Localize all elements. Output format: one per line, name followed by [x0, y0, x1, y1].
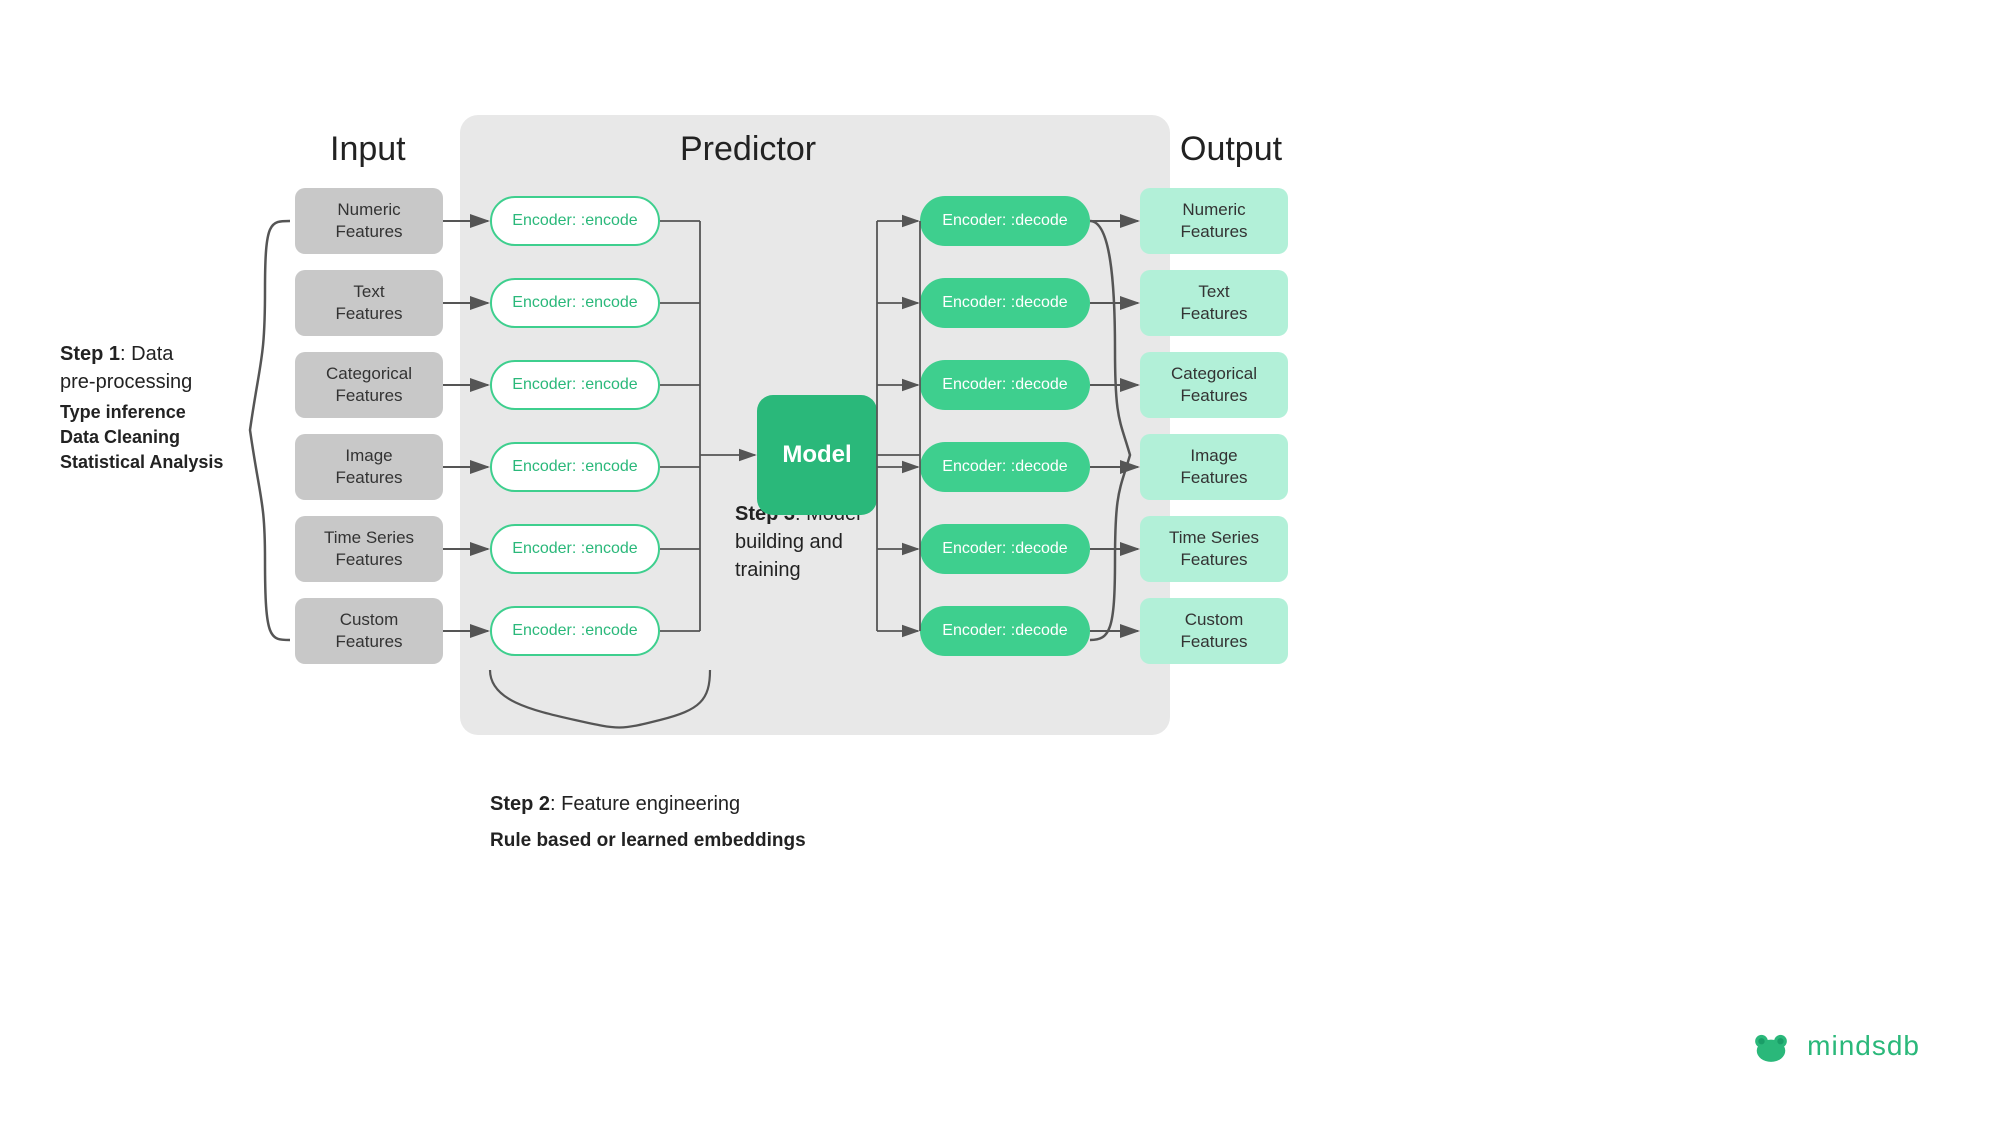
decoder-timeseries: Encoder: :decode — [920, 524, 1090, 574]
output-text: TextFeatures — [1140, 270, 1288, 336]
input-timeseries: Time SeriesFeatures — [295, 516, 443, 582]
encoder-categorical: Encoder: :encode — [490, 360, 660, 410]
encoder-timeseries: Encoder: :encode — [490, 524, 660, 574]
step2-label: Step 2: Feature engineering — [490, 790, 740, 818]
output-timeseries: Time SeriesFeatures — [1140, 516, 1288, 582]
encoder-text: Encoder: :encode — [490, 278, 660, 328]
input-custom: CustomFeatures — [295, 598, 443, 664]
input-image: ImageFeatures — [295, 434, 443, 500]
step1-label: Step 1: Datapre-processingType inference… — [60, 340, 223, 476]
decoder-text: Encoder: :decode — [920, 278, 1090, 328]
output-numeric: NumericFeatures — [1140, 188, 1288, 254]
decoder-image: Encoder: :decode — [920, 442, 1090, 492]
logo-bear-icon — [1747, 1027, 1795, 1065]
input-numeric: NumericFeatures — [295, 188, 443, 254]
logo-area: mindsdb — [1747, 1027, 1920, 1065]
output-image: ImageFeatures — [1140, 434, 1288, 500]
input-categorical: CategoricalFeatures — [295, 352, 443, 418]
predictor-title: Predictor — [680, 130, 816, 169]
decoder-numeric: Encoder: :decode — [920, 196, 1090, 246]
encoder-image: Encoder: :encode — [490, 442, 660, 492]
input-title: Input — [330, 130, 406, 169]
output-categorical: CategoricalFeatures — [1140, 352, 1288, 418]
logo-text: mindsdb — [1807, 1030, 1920, 1062]
diagram-container: Input Predictor Output Step 1: Datapre-p… — [0, 0, 2000, 1125]
encoder-custom: Encoder: :encode — [490, 606, 660, 656]
input-text: TextFeatures — [295, 270, 443, 336]
decoder-categorical: Encoder: :decode — [920, 360, 1090, 410]
model-box: Model — [757, 395, 877, 515]
output-custom: CustomFeatures — [1140, 598, 1288, 664]
encoder-numeric: Encoder: :encode — [490, 196, 660, 246]
output-title: Output — [1180, 130, 1282, 169]
step2-sublabel: Rule based or learned embeddings — [490, 830, 806, 852]
decoder-custom: Encoder: :decode — [920, 606, 1090, 656]
